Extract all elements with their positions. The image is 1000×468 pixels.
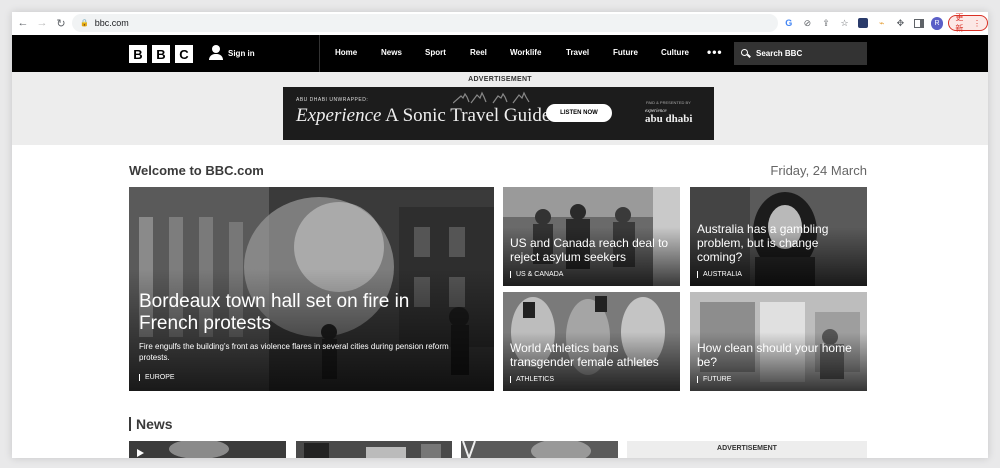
nav-culture[interactable]: Culture <box>661 48 689 57</box>
story-card[interactable]: Australia has a gambling problem, but is… <box>690 187 867 286</box>
update-label: 更新 <box>955 13 964 33</box>
signin-link[interactable]: Sign in <box>209 45 255 61</box>
story-title[interactable]: Australia has a gambling problem, but is… <box>697 222 862 264</box>
nav-divider <box>319 35 320 72</box>
nav-news[interactable]: News <box>381 48 402 57</box>
nav-reel[interactable]: Reel <box>470 48 487 57</box>
url-text: bbc.com <box>94 18 129 28</box>
nav-home[interactable]: Home <box>335 48 357 57</box>
nav-travel[interactable]: Travel <box>566 48 589 57</box>
story-tag[interactable]: US & CANADA <box>510 271 563 278</box>
search-box[interactable]: Search BBC <box>734 42 867 65</box>
sidebar-ad[interactable]: ADVERTISEMENT <box>627 441 867 458</box>
reload-icon[interactable]: ↻ <box>53 15 69 31</box>
current-date: Friday, 24 March <box>770 163 867 178</box>
story-card[interactable]: US and Canada reach deal to reject asylu… <box>503 187 680 286</box>
news-thumbnail[interactable] <box>129 441 286 458</box>
ad-band: ADVERTISEMENT ABU DHABI UNWRAPPED: Exper… <box>12 72 988 145</box>
story-title[interactable]: How clean should your home be? <box>697 341 862 370</box>
lead-story-tag[interactable]: EUROPE <box>139 374 175 381</box>
logo-letter: C <box>175 45 193 63</box>
ad-kicker: ABU DHABI UNWRAPPED: <box>296 97 369 103</box>
browser-actions: G ⊘ ⇪ ☆ ⌁ ✥ R 更新 ⋮ <box>778 13 988 33</box>
story-tag[interactable]: ATHLETICS <box>510 376 554 383</box>
sidebar-icon[interactable] <box>911 15 927 31</box>
address-bar[interactable]: 🔒 bbc.com <box>72 14 778 32</box>
news-thumbnail-image <box>129 441 286 458</box>
hide-eye-icon[interactable]: ⊘ <box>800 15 816 31</box>
bbc-logo[interactable]: B B C <box>129 45 198 63</box>
extension-2-icon[interactable]: ⌁ <box>874 15 890 31</box>
browser-window: ← → ↻ 🔒 bbc.com G ⊘ ⇪ ☆ ⌁ ✥ R 更新 ⋮ B B C <box>12 12 988 458</box>
listen-now-button[interactable]: LISTEN NOW <box>546 104 612 122</box>
ad-sponsor-logo: experience abu dhabi <box>645 109 692 125</box>
nav-worklife[interactable]: Worklife <box>510 48 541 57</box>
site-header: B B C Sign in Home News Sport Reel Workl… <box>12 35 988 72</box>
back-icon[interactable]: ← <box>15 15 31 31</box>
nav-sport[interactable]: Sport <box>425 48 446 57</box>
signin-label: Sign in <box>228 48 255 58</box>
logo-letter: B <box>129 45 147 63</box>
nav-future[interactable]: Future <box>613 48 638 57</box>
google-icon[interactable]: G <box>781 15 797 31</box>
update-button[interactable]: 更新 ⋮ <box>948 13 988 33</box>
ad-sponsor-kicker: PAID & PRESENTED BY <box>646 100 691 105</box>
extension-1-icon[interactable] <box>855 15 871 31</box>
story-card[interactable]: World Athletics bans transgender female … <box>503 292 680 391</box>
share-icon[interactable]: ⇪ <box>818 15 834 31</box>
advertisement-label: ADVERTISEMENT <box>717 445 777 452</box>
more-menu-button[interactable]: ••• <box>707 45 723 59</box>
lead-story-title[interactable]: Bordeaux town hall set on fire in French… <box>139 291 469 335</box>
news-thumbnail[interactable] <box>461 441 618 458</box>
story-card[interactable]: How clean should your home be? FUTURE <box>690 292 867 391</box>
news-section-heading[interactable]: News <box>129 417 173 431</box>
search-placeholder: Search BBC <box>756 49 803 58</box>
profile-avatar[interactable]: R <box>930 16 944 30</box>
news-thumbnail-image <box>296 441 452 458</box>
forward-icon[interactable]: → <box>34 15 50 31</box>
lead-story-card[interactable]: Bordeaux town hall set on fire in French… <box>129 187 494 391</box>
story-tag[interactable]: FUTURE <box>697 376 731 383</box>
ad-headline-rest: A Sonic Travel Guide <box>381 105 551 126</box>
news-thumbnail[interactable] <box>296 441 452 458</box>
camel-silhouette-graphic <box>453 91 530 104</box>
lead-story-summary: Fire engulfs the building's front as vio… <box>139 342 449 362</box>
bookmark-star-icon[interactable]: ☆ <box>837 15 853 31</box>
logo-letter: B <box>152 45 170 63</box>
story-title[interactable]: US and Canada reach deal to reject asylu… <box>510 236 675 265</box>
advertisement-label: ADVERTISEMENT <box>468 76 532 83</box>
news-thumbnail-image <box>461 441 618 458</box>
story-tag[interactable]: AUSTRALIA <box>697 271 742 278</box>
ad-banner[interactable]: ABU DHABI UNWRAPPED: Experience A Sonic … <box>283 87 714 140</box>
search-icon <box>741 49 750 58</box>
ad-headline: Experience A Sonic Travel Guide <box>296 105 550 127</box>
ad-headline-italic: Experience <box>296 105 382 126</box>
user-icon <box>209 45 223 61</box>
ad-sponsor-name: abu dhabi <box>645 113 693 125</box>
lock-icon: 🔒 <box>80 20 89 27</box>
browser-toolbar: ← → ↻ 🔒 bbc.com G ⊘ ⇪ ☆ ⌁ ✥ R 更新 ⋮ <box>12 12 988 34</box>
story-title[interactable]: World Athletics bans transgender female … <box>510 341 675 370</box>
welcome-heading: Welcome to BBC.com <box>129 163 264 178</box>
extensions-puzzle-icon[interactable]: ✥ <box>893 15 909 31</box>
